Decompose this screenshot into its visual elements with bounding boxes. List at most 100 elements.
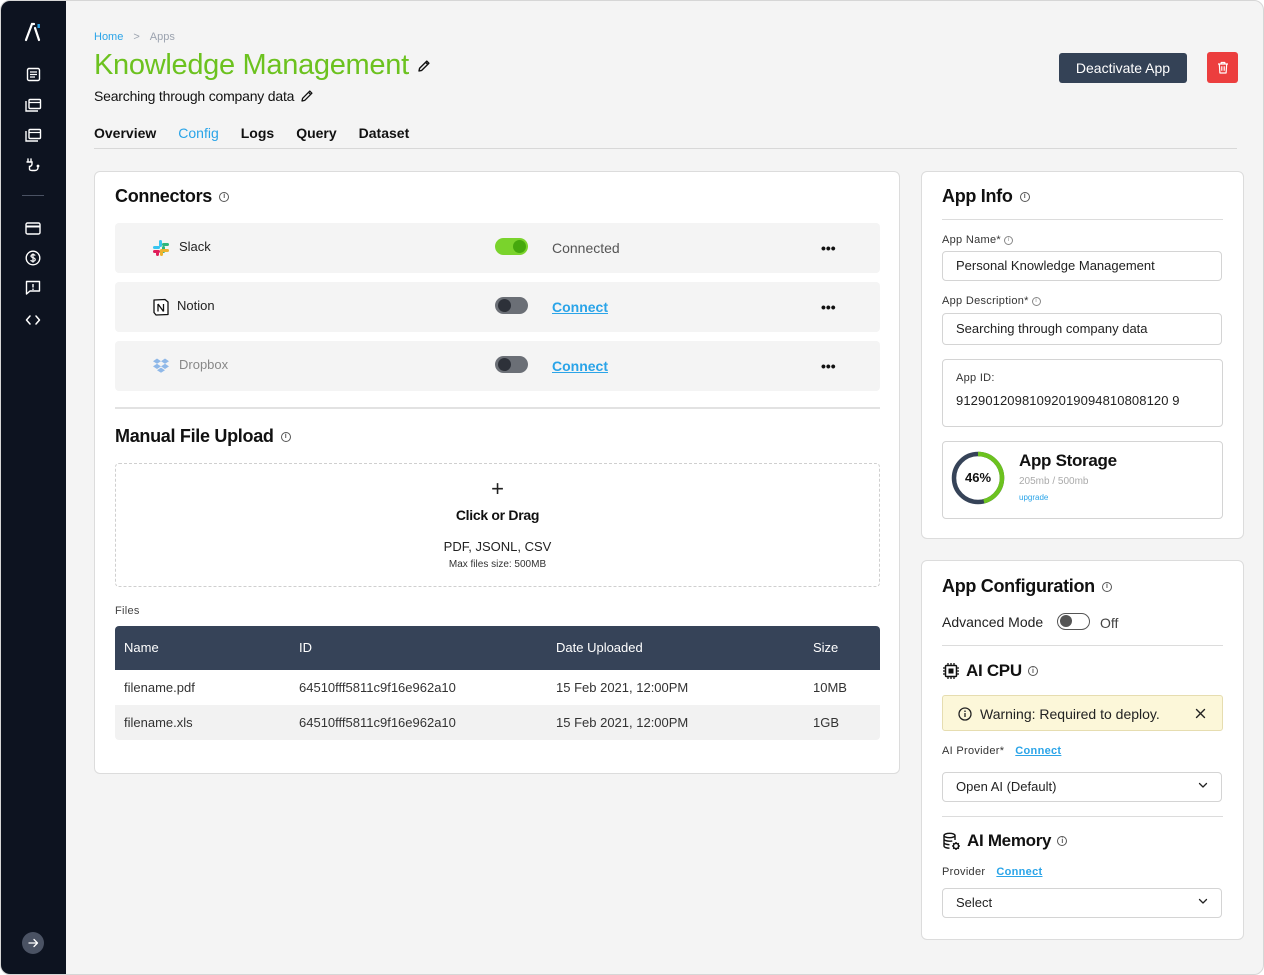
- ai-cpu-info-icon[interactable]: i: [1027, 666, 1038, 676]
- storage-upgrade-link[interactable]: upgrade: [1019, 493, 1048, 502]
- connector-row-notion: Notion Connect •••: [115, 282, 880, 332]
- tab-dataset[interactable]: Dataset: [359, 125, 410, 148]
- notion-more-button[interactable]: •••: [821, 299, 836, 315]
- database-settings-icon: [943, 832, 960, 850]
- ai-provider-select[interactable]: Open AI (Default): [942, 772, 1222, 802]
- dollar-icon[interactable]: [22, 247, 44, 269]
- app-id-box: App ID: 91290120981092019094810808120 9: [942, 359, 1223, 427]
- connectors-card: Connectors i Slack Connected ••• Notion …: [94, 171, 900, 774]
- app-config-info-icon[interactable]: i: [1101, 581, 1112, 592]
- connector-row-slack: Slack Connected •••: [115, 223, 880, 273]
- notion-toggle[interactable]: [495, 297, 528, 314]
- dropzone-cta: Click or Drag: [455, 507, 540, 523]
- notion-icon: [153, 298, 169, 316]
- connectors-title: Connectors i: [115, 186, 230, 207]
- tab-logs[interactable]: Logs: [241, 125, 274, 148]
- memory-provider-connect-link[interactable]: Connect: [996, 866, 1042, 878]
- arrow-right-icon: [27, 938, 38, 948]
- expand-sidebar-button[interactable]: [22, 932, 44, 954]
- dropbox-toggle[interactable]: [495, 356, 528, 373]
- app-description-input[interactable]: Searching through company data: [942, 313, 1222, 345]
- collections-icon[interactable]: [22, 124, 44, 146]
- upload-info-icon[interactable]: i: [280, 431, 291, 442]
- ai-provider-value: Open AI (Default): [956, 779, 1057, 794]
- breadcrumb-home[interactable]: Home: [94, 31, 123, 43]
- column-header-date[interactable]: Date Uploaded: [556, 626, 643, 670]
- warning-text: Warning: Required to deploy.: [980, 706, 1160, 722]
- app-id-label: App ID:: [956, 372, 995, 384]
- sidebar-divider: [22, 195, 44, 196]
- dropbox-icon: [153, 358, 169, 373]
- ai-provider-label: AI Provider* Connect: [942, 745, 1061, 757]
- table-row[interactable]: filename.pdf 64510fff5811c9f16e962a10 15…: [115, 670, 880, 705]
- column-header-size[interactable]: Size: [813, 626, 838, 670]
- app-description-info-icon[interactable]: i: [1031, 296, 1041, 306]
- slack-toggle[interactable]: [495, 238, 528, 255]
- warning-banner: Warning: Required to deploy.: [942, 695, 1223, 731]
- feedback-icon[interactable]: [22, 277, 44, 299]
- memory-provider-label-text: Provider: [942, 866, 986, 878]
- slack-more-button[interactable]: •••: [821, 240, 836, 256]
- ai-provider-label-text: AI Provider*: [942, 745, 1005, 757]
- dropzone-formats: PDF, JSONL, CSV: [443, 539, 552, 554]
- main-content: Home > Apps Knowledge Management Searchi…: [66, 1, 1263, 974]
- dropbox-connect-link[interactable]: Connect: [552, 358, 608, 374]
- app-config-title-text: App Configuration: [942, 576, 1095, 596]
- app-info-info-icon[interactable]: i: [1019, 191, 1030, 202]
- app-name-info-icon[interactable]: i: [1003, 235, 1013, 245]
- edit-title-pencil-icon[interactable]: [417, 59, 431, 73]
- toggle-knob: [513, 240, 526, 253]
- close-warning-icon[interactable]: [1195, 708, 1206, 719]
- code-icon[interactable]: [22, 309, 44, 331]
- document-icon[interactable]: [22, 63, 44, 85]
- tab-config[interactable]: Config: [178, 125, 218, 148]
- ai-memory-info-icon[interactable]: i: [1057, 836, 1068, 846]
- credit-card-icon[interactable]: [22, 217, 44, 239]
- app-description-label: App Description* i: [942, 295, 1041, 307]
- divider: [942, 219, 1223, 220]
- cell-size: 1GB: [813, 715, 840, 730]
- breadcrumb-separator: >: [133, 31, 140, 43]
- app-id-value[interactable]: 91290120981092019094810808120 9: [956, 393, 1180, 408]
- deactivate-app-button[interactable]: Deactivate App: [1059, 53, 1187, 83]
- ai-memory-title-text: AI Memory: [967, 831, 1052, 850]
- cell-date: 15 Feb 2021, 12:00PM: [556, 680, 689, 695]
- brand-logo-icon[interactable]: [22, 21, 44, 43]
- plug-icon[interactable]: [22, 154, 44, 176]
- dropbox-more-button[interactable]: •••: [821, 358, 836, 374]
- cell-id: 64510fff5811c9f16e962a10: [299, 680, 456, 695]
- toggle-knob: [1059, 615, 1072, 627]
- cell-name: filename.pdf: [124, 680, 195, 695]
- ai-provider-connect-link[interactable]: Connect: [1015, 745, 1061, 757]
- app-name-label: App Name* i: [942, 234, 1013, 246]
- page-subtitle-text: Searching through company data: [94, 88, 295, 104]
- memory-provider-select[interactable]: Select: [942, 888, 1222, 918]
- app-name-label-text: App Name*: [942, 234, 1001, 246]
- connector-status: Connected: [552, 240, 620, 256]
- column-header-name[interactable]: Name: [124, 626, 159, 670]
- slack-icon: [153, 240, 169, 256]
- advanced-mode-toggle[interactable]: [1057, 613, 1090, 630]
- connectors-info-icon[interactable]: i: [219, 191, 230, 202]
- trash-icon: [1217, 61, 1228, 74]
- app-info-card: App Info i App Name* i Personal Knowledg…: [921, 171, 1244, 539]
- connector-name: Dropbox: [179, 357, 229, 372]
- chevron-down-icon: [1198, 898, 1208, 904]
- app-config-title: App Configuration i: [942, 576, 1112, 597]
- app-storage-box: 46% App Storage 205mb / 500mb upgrade: [942, 441, 1223, 519]
- edit-subtitle-pencil-icon[interactable]: [300, 89, 314, 103]
- folders-icon[interactable]: [22, 94, 44, 116]
- advanced-mode-label: Advanced Mode: [942, 614, 1044, 630]
- cell-date: 15 Feb 2021, 12:00PM: [556, 715, 689, 730]
- warning-info-icon: [958, 707, 972, 721]
- file-dropzone[interactable]: + Click or Drag PDF, JSONL, CSV Max file…: [115, 463, 880, 587]
- app-window: Home > Apps Knowledge Management Searchi…: [0, 0, 1264, 975]
- table-row[interactable]: filename.xls 64510fff5811c9f16e962a10 15…: [115, 705, 880, 740]
- delete-app-button[interactable]: [1207, 52, 1238, 83]
- column-header-id[interactable]: ID: [299, 626, 312, 670]
- tab-query[interactable]: Query: [296, 125, 336, 148]
- section-divider: [115, 407, 880, 409]
- notion-connect-link[interactable]: Connect: [552, 299, 608, 315]
- app-name-input[interactable]: Personal Knowledge Management: [942, 251, 1222, 281]
- tab-overview[interactable]: Overview: [94, 125, 156, 148]
